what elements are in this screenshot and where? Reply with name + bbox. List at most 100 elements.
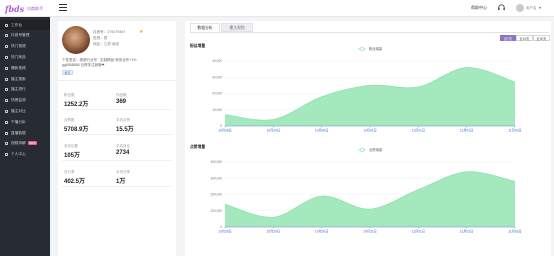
divider (58, 80, 176, 81)
y-tick-label: 10,000 (212, 108, 222, 112)
y-tick-label: 40,000 (212, 59, 222, 63)
sidebar-item[interactable]: 工作台 (0, 20, 50, 30)
x-tick-label: 10月28日 (218, 129, 231, 133)
likes-increment-chart: 点赞增量 0 100,000 200,000 300,000 400,000 10月28日 1… (210, 147, 521, 234)
row-divider (62, 160, 172, 161)
y-tick-label: 30,000 (212, 75, 222, 79)
chart-legend[interactable]: 点赞增量 (358, 147, 383, 152)
live-icon (5, 131, 8, 135)
x-tick-label: 11月01日 (412, 230, 425, 234)
x-tick-label: 10月30日 (315, 129, 328, 133)
sidebar-item[interactable]: 热榜监测 (0, 95, 50, 105)
avatar (516, 4, 524, 12)
sidebar-item[interactable]: 个人中心 (0, 149, 50, 159)
sidebar-item[interactable]: 热门商品 (0, 52, 50, 62)
stat-value: 15.5万 (116, 127, 134, 133)
series-area (225, 171, 515, 227)
stat-label: 作品数 (116, 93, 127, 97)
category-tag: 教育 (62, 70, 74, 75)
profile-card: 抖音号：279279467 ★ 性别：男 地区：江苏·南京 个性签名：视频行业号… (58, 21, 176, 256)
x-tick-label: 11月03日 (508, 230, 521, 234)
sidebar-item-label: 千播分析 (11, 119, 26, 124)
sidebar-item[interactable]: 视频拆解 NEW (0, 138, 50, 148)
help-center-link[interactable]: 帮助中心 (471, 5, 487, 11)
stat-value: 5708.9万 (64, 127, 89, 133)
legend-label: 点赞增量 (369, 147, 383, 152)
star-icon[interactable]: ★ (139, 30, 143, 35)
sidebar-item-label: 个人中心 (11, 151, 26, 156)
sidebar-item[interactable]: 播主搜索 (0, 74, 50, 84)
logo-subtitle: 抖商助手 (27, 5, 44, 11)
x-tick-label: 10月28日 (218, 230, 231, 234)
sidebar-item-label: 视频拆解 (11, 140, 26, 145)
desktop-icon (5, 23, 8, 27)
analysis-icon (5, 120, 8, 124)
compare-icon (5, 109, 8, 113)
legend-marker (359, 46, 365, 52)
stat-value: 402.5万 (64, 179, 86, 185)
sidebar-item[interactable]: 爆款视频 (0, 63, 50, 73)
sidebar-item-label: 播主对比 (11, 108, 26, 113)
sidebar-item-label: 播主搜索 (11, 76, 26, 81)
stat-value: 1252.2万 (64, 102, 89, 108)
row-divider (62, 134, 172, 135)
sidebar-item-label: 直播数据 (11, 130, 26, 135)
y-tick-label: 400,000 (210, 160, 222, 164)
logo[interactable]: fbds 抖商助手 (5, 3, 43, 14)
y-tick-label: 200,000 (210, 193, 222, 197)
x-tick-label: 10月29日 (267, 129, 280, 133)
stat-value: 369 (116, 99, 127, 105)
sidebar-item[interactable]: 热门视频 (0, 41, 50, 51)
user-icon (5, 152, 8, 156)
rank-icon (5, 87, 8, 91)
new-badge: NEW (27, 141, 38, 145)
tab-host-videos[interactable]: 播主视频 (221, 23, 253, 32)
legend-marker (359, 147, 365, 153)
stat-label: 平均点赞 (116, 118, 130, 122)
sidebar-item-label: 热榜监测 (11, 97, 26, 102)
flame-icon (5, 66, 8, 70)
monitor-icon (5, 98, 8, 102)
video-icon (5, 44, 8, 48)
x-tick-label: 10月29日 (267, 230, 280, 234)
x-tick-label: 11月02日 (460, 129, 473, 133)
search-icon (5, 77, 8, 81)
douyin-id: 抖音号：279279467 (93, 30, 126, 34)
sidebar-item[interactable]: 播主对比 (0, 106, 50, 116)
analysis-panel: 数据分析 播主视频 近7天 近15天 近30天 粉丝增量 粉丝增量 0 10,000… (185, 21, 554, 256)
x-tick-label: 10月30日 (315, 230, 328, 234)
bio: 个性签名：视频行业号 · 定制精品·商务合作+VX： gg8888888 记得关… (62, 58, 174, 68)
profile-avatar (62, 26, 90, 54)
tabs-divider (190, 32, 549, 33)
sidebar-item-label: 工作台 (11, 22, 23, 27)
stat-label: 点赞数 (64, 118, 75, 122)
sidebar-item[interactable]: 千播分析 (0, 117, 50, 127)
stat-label: 平均评论 (116, 144, 130, 148)
user-menu[interactable]: 用户名 (516, 4, 541, 12)
sidebar-item[interactable]: 直播数据 (0, 128, 50, 138)
menu-toggle-icon[interactable] (59, 4, 67, 12)
top-header: fbds 抖商助手 帮助中心 用户名 (0, 0, 554, 17)
legend-label: 粉丝增量 (369, 46, 383, 51)
scissor-icon (5, 141, 8, 145)
x-tick-label: 10月31日 (363, 129, 376, 133)
fans-increment-chart: 粉丝增量 0 10,000 20,000 30,000 40,000 10月28日 10月29… (212, 46, 521, 133)
x-tick-label: 11月02日 (460, 230, 473, 234)
y-tick-label: 0 (220, 124, 222, 128)
stat-value: 105万 (64, 153, 81, 159)
y-tick-label: 0 (220, 225, 222, 229)
sidebar-item[interactable]: 抖音号管理 (0, 30, 50, 40)
y-tick-label: 20,000 (212, 92, 222, 96)
chart-legend[interactable]: 粉丝增量 (358, 46, 383, 51)
stat-value: 1万 (116, 179, 126, 185)
x-tick-label: 11月03日 (508, 129, 521, 133)
sidebar-item-label: 播主排行 (11, 86, 26, 91)
tab-data-analysis[interactable]: 数据分析 (190, 23, 220, 32)
stat-value: 2734 (116, 150, 130, 156)
goods-icon (5, 55, 8, 59)
sidebar-item-label: 抖音号管理 (11, 32, 30, 37)
stat-label: 平均分享 (116, 170, 130, 174)
sidebar-item-label: 热门视频 (11, 43, 26, 48)
headset-icon[interactable] (497, 3, 506, 12)
sidebar-item[interactable]: 播主排行 (0, 84, 50, 94)
